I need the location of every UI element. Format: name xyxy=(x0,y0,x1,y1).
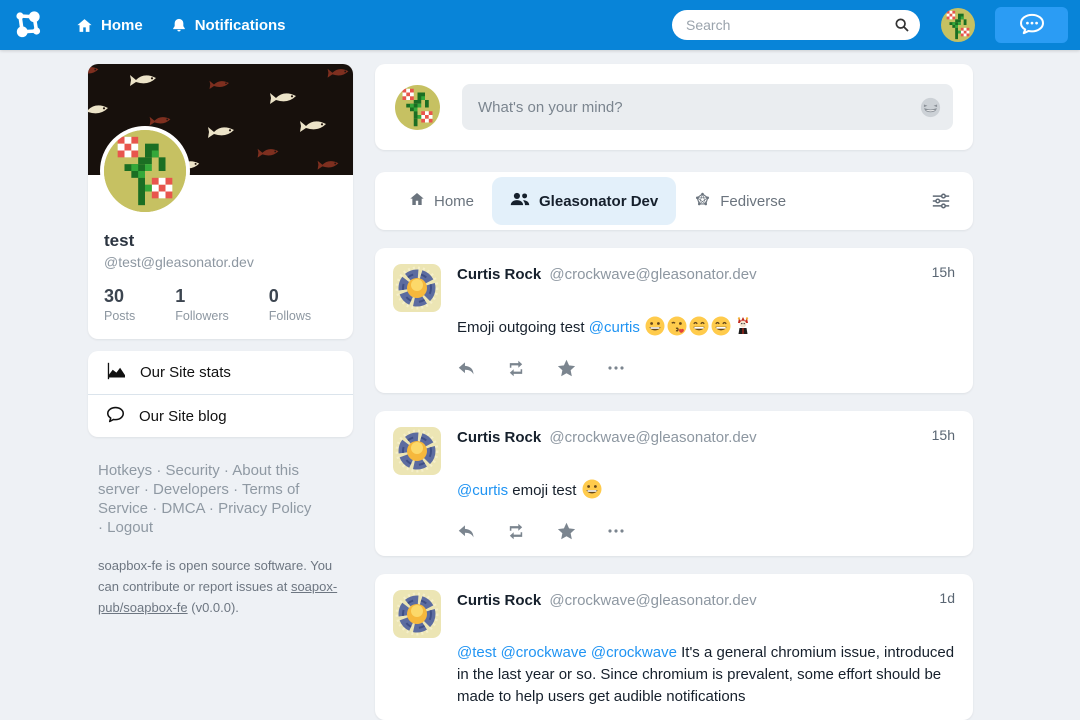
mention-link[interactable]: @test xyxy=(457,644,496,661)
chat-button[interactable] xyxy=(995,7,1068,43)
nav-notifications-label: Notifications xyxy=(195,17,286,34)
nav-avatar[interactable] xyxy=(941,8,975,42)
post-author[interactable]: Curtis Rock xyxy=(457,592,541,609)
speech-bubble-icon xyxy=(106,406,139,427)
profile-card: test @test@gleasonator.dev 30 Posts 1 Fo… xyxy=(88,64,353,339)
star-icon[interactable] xyxy=(555,522,577,540)
footer-link[interactable]: DMCA xyxy=(161,500,204,517)
post-timestamp[interactable]: 15h xyxy=(932,427,955,443)
post: Curtis Rock @crockwave@gleasonator.dev 1… xyxy=(375,574,973,720)
profile-handle: @test@gleasonator.dev xyxy=(104,254,337,270)
fediverse-icon xyxy=(694,191,711,212)
beaming-face-emoji xyxy=(711,316,731,336)
post-author[interactable]: Curtis Rock xyxy=(457,266,541,283)
about-suffix: (v0.0.0). xyxy=(188,600,239,615)
post: Curtis Rock @crockwave@gleasonator.dev 1… xyxy=(375,248,973,393)
sidebar-footer: Hotkeys · Security · About this server ·… xyxy=(88,461,353,618)
home-icon xyxy=(409,191,425,211)
nav-notifications[interactable]: Notifications xyxy=(171,17,286,34)
tab-fediverse[interactable]: Fediverse xyxy=(676,177,804,225)
profile-stats: 30 Posts 1 Followers 0 Follows xyxy=(104,286,337,323)
sidebar: test @test@gleasonator.dev 30 Posts 1 Fo… xyxy=(88,64,353,618)
post-actions xyxy=(455,522,955,540)
post-handle: @crockwave@gleasonator.dev xyxy=(549,266,756,283)
stat-posts[interactable]: 30 Posts xyxy=(104,286,135,323)
feed: Curtis Rock @crockwave@gleasonator.dev 1… xyxy=(375,248,973,720)
post-timestamp[interactable]: 15h xyxy=(932,264,955,280)
mention-link[interactable]: @crockwave xyxy=(501,644,587,661)
tab-label: Gleasonator Dev xyxy=(539,193,658,210)
nav-home-label: Home xyxy=(101,17,143,34)
post-handle: @crockwave@gleasonator.dev xyxy=(549,592,756,609)
top-navbar: Home Notifications xyxy=(0,0,1080,50)
star-icon[interactable] xyxy=(555,359,577,377)
post-handle: @crockwave@gleasonator.dev xyxy=(549,429,756,446)
footer-links: Hotkeys · Security · About this server ·… xyxy=(98,461,320,537)
search-icon[interactable] xyxy=(894,17,910,33)
footer-link[interactable]: Privacy Policy xyxy=(218,500,311,517)
repost-icon[interactable] xyxy=(505,360,527,377)
footer-link[interactable]: Logout xyxy=(107,519,153,536)
grinning-face-emoji xyxy=(582,479,602,499)
mention-link[interactable]: @crockwave xyxy=(591,644,677,661)
profile-avatar[interactable] xyxy=(100,126,190,216)
post-avatar[interactable] xyxy=(393,427,441,475)
grinning-face-emoji xyxy=(645,316,665,336)
tab-home[interactable]: Home xyxy=(391,177,492,225)
post-actions xyxy=(455,359,955,377)
post: Curtis Rock @crockwave@gleasonator.dev 1… xyxy=(375,411,973,556)
reply-icon[interactable] xyxy=(455,360,477,377)
search-box xyxy=(672,10,920,40)
search-input[interactable] xyxy=(672,17,894,33)
main-column: Home Gleasonator Dev Fediverse xyxy=(375,64,973,720)
stat-follows[interactable]: 0 Follows xyxy=(269,286,311,323)
compose-card xyxy=(375,64,973,150)
footer-link[interactable]: Security xyxy=(166,462,220,479)
compose-input[interactable] xyxy=(462,99,953,116)
menu-label: Our Site stats xyxy=(140,364,231,381)
bell-icon xyxy=(171,17,187,34)
home-icon xyxy=(76,17,93,34)
post-avatar[interactable] xyxy=(393,590,441,638)
compose-avatar[interactable] xyxy=(395,85,440,130)
repost-icon[interactable] xyxy=(505,523,527,540)
reply-icon[interactable] xyxy=(455,523,477,540)
post-content: Emoji outgoing test @curtis xyxy=(457,316,955,339)
about-text: soapbox-fe is open source software. You … xyxy=(98,555,350,618)
timeline-tabs: Home Gleasonator Dev Fediverse xyxy=(375,172,973,230)
sliders-icon[interactable] xyxy=(931,192,951,210)
face-blowing-kiss-emoji xyxy=(667,316,687,336)
post-author[interactable]: Curtis Rock xyxy=(457,429,541,446)
mention-link[interactable]: @curtis xyxy=(457,482,508,499)
users-icon xyxy=(510,191,530,211)
tab-label: Fediverse xyxy=(720,193,786,210)
mention-link[interactable]: @curtis xyxy=(589,319,640,336)
gleasonator-logo[interactable] xyxy=(10,6,48,44)
footer-link[interactable]: Hotkeys xyxy=(98,462,152,479)
more-icon[interactable] xyxy=(605,365,627,371)
custom-jester-emoji xyxy=(733,316,753,336)
chart-area-icon xyxy=(106,362,140,384)
beaming-face-emoji xyxy=(689,316,709,336)
compose-field xyxy=(462,84,953,130)
stat-followers[interactable]: 1 Followers xyxy=(175,286,229,323)
chat-bubble-icon xyxy=(1019,13,1045,38)
emoji-picker-icon[interactable] xyxy=(920,97,941,118)
menu-item-site-stats[interactable]: Our Site stats xyxy=(88,351,353,394)
nav-home[interactable]: Home xyxy=(76,17,143,34)
menu-label: Our Site blog xyxy=(139,408,227,425)
tab-label: Home xyxy=(434,193,474,210)
more-icon[interactable] xyxy=(605,528,627,534)
site-menu-card: Our Site stats Our Site blog xyxy=(88,351,353,437)
post-content: @test @crockwave @crockwave It's a gener… xyxy=(457,642,955,708)
footer-link[interactable]: Developers xyxy=(153,481,229,498)
post-avatar[interactable] xyxy=(393,264,441,312)
post-timestamp[interactable]: 1d xyxy=(939,590,955,606)
profile-display-name[interactable]: test xyxy=(104,231,337,251)
menu-item-site-blog[interactable]: Our Site blog xyxy=(88,394,353,437)
tab-gleasonator-dev[interactable]: Gleasonator Dev xyxy=(492,177,676,225)
post-content: @curtis emoji test xyxy=(457,479,955,502)
